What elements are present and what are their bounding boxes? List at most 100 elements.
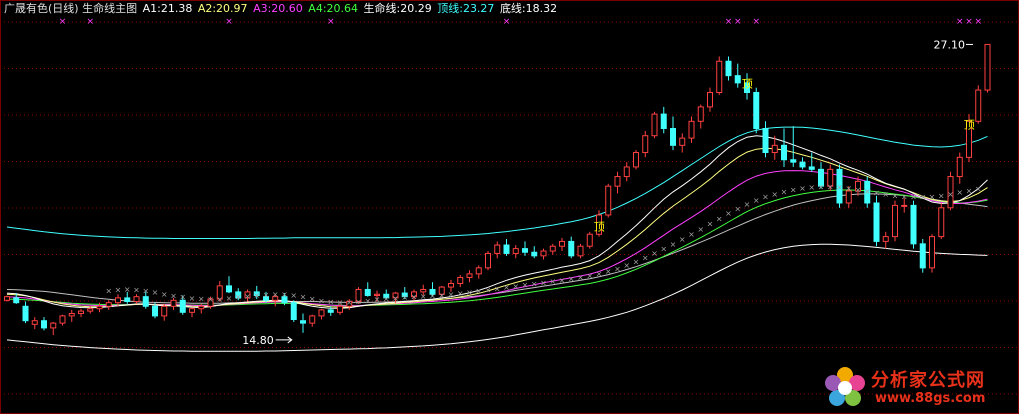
candle-body-up	[642, 135, 649, 154]
cross-marker: ×	[873, 188, 880, 197]
candle-body-up	[623, 166, 630, 178]
candle-body-down	[734, 75, 741, 84]
cross-marker: ×	[142, 287, 149, 296]
candle-body-up	[892, 204, 898, 238]
candle-body-up	[512, 248, 519, 254]
candle-body-up	[133, 296, 140, 302]
top-signal-label: 顶	[742, 78, 753, 91]
chart-title: 广晟有色(日线) 生命线主图	[4, 2, 138, 15]
cross-marker: ×	[688, 230, 695, 239]
candle-body-up	[697, 106, 704, 122]
candle-body-up	[337, 305, 343, 313]
signal-marker: ×	[734, 17, 742, 27]
candle-body-up	[716, 60, 723, 93]
cross-marker: ×	[697, 225, 704, 234]
cross-marker: ×	[235, 293, 242, 302]
site-watermark: 分析家公式网 www.88gs.com	[813, 364, 1013, 412]
cross-marker: ×	[966, 186, 973, 195]
signal-marker: ×	[956, 17, 964, 27]
cross-marker: ×	[226, 294, 233, 303]
chart-border	[0, 0, 1019, 414]
candle-body-down	[568, 240, 575, 257]
candle-body-down	[290, 302, 297, 321]
candle-body-down	[22, 305, 29, 322]
cross-marker: ×	[401, 293, 408, 302]
signal-marker: ×	[752, 17, 760, 27]
legend-a4: A4:20.64	[308, 2, 359, 15]
cross-marker: ×	[808, 183, 815, 192]
legend-a1: A1:21.38	[142, 2, 193, 15]
candle-body-up	[466, 273, 473, 278]
cross-marker: ×	[522, 281, 529, 290]
candle-body-down	[152, 305, 158, 317]
cross-marker: ×	[716, 214, 723, 223]
candle-body-up	[161, 305, 168, 317]
cross-marker: ×	[910, 193, 917, 202]
candle-body-down	[531, 251, 538, 257]
top-signal-label: 顶	[964, 119, 975, 132]
cross-marker: ×	[411, 293, 418, 302]
cross-marker: ×	[642, 253, 649, 262]
candle-body-up	[633, 152, 639, 168]
cross-marker: ×	[161, 290, 168, 299]
candle-body-up	[651, 113, 658, 137]
candle-body-up	[577, 245, 584, 257]
cross-marker: ×	[512, 282, 519, 291]
cross-marker: ×	[124, 285, 131, 294]
cross-marker: ×	[799, 184, 806, 193]
cross-marker: ×	[827, 183, 834, 192]
cross-marker: ×	[540, 278, 547, 287]
cross-marker: ×	[503, 283, 510, 292]
legend-top-line: 顶线:23.27	[437, 2, 495, 15]
cross-marker: ×	[383, 295, 390, 304]
signal-marker: ×	[503, 17, 511, 27]
candle-body-up	[96, 305, 103, 310]
cross-marker: ×	[429, 291, 436, 300]
cross-marker: ×	[152, 288, 159, 297]
candle-body-up	[975, 89, 982, 122]
cross-marker: ×	[133, 285, 140, 294]
candle-body-down	[873, 202, 880, 242]
candle-body-down	[503, 244, 510, 254]
candle-body-up	[78, 310, 84, 315]
candle-body-up	[31, 320, 38, 325]
cross-marker: ×	[494, 284, 501, 293]
candle-body-up	[605, 185, 612, 216]
cross-marker: ×	[614, 264, 621, 273]
candle-body-up	[614, 176, 621, 187]
cross-marker: ×	[374, 295, 381, 304]
cross-marker: ×	[559, 276, 566, 285]
candle-body-up	[475, 267, 482, 275]
cross-marker: ×	[790, 186, 797, 195]
candle-body-down	[179, 299, 186, 313]
candle-body-down	[725, 60, 732, 77]
candle-body-up	[984, 43, 991, 91]
cross-marker: ×	[901, 192, 908, 201]
cross-marker: ×	[300, 293, 307, 302]
indicator-header: 广晟有色(日线) 生命线主图 A1:21.38 A2:20.97 A3:20.6…	[4, 2, 559, 16]
candle-body-down	[808, 166, 815, 170]
candle-body-down	[910, 204, 917, 245]
cross-marker: ×	[318, 296, 325, 305]
cross-marker: ×	[586, 272, 593, 281]
cross-marker: ×	[864, 187, 871, 196]
cross-marker: ×	[660, 245, 667, 254]
candle-body-down	[762, 128, 769, 154]
cross-marker: ×	[929, 192, 936, 201]
cross-marker: ×	[179, 293, 186, 302]
candle-body-up	[929, 236, 935, 269]
signal-marker: ×	[86, 17, 94, 27]
candle-body-up	[198, 305, 205, 310]
cross-marker: ×	[633, 257, 640, 266]
candle-body-down	[300, 320, 306, 324]
candle-body-up	[882, 236, 889, 242]
candle-body-down	[919, 243, 926, 269]
cross-marker: ×	[753, 196, 760, 205]
candle-body-up	[68, 313, 75, 317]
candle-body-down	[41, 320, 47, 329]
candle-body-up	[485, 252, 491, 269]
candle-body-down	[13, 297, 20, 304]
cross-marker: ×	[466, 288, 473, 297]
candle-body-down	[781, 144, 787, 161]
candle-body-up	[115, 297, 121, 304]
